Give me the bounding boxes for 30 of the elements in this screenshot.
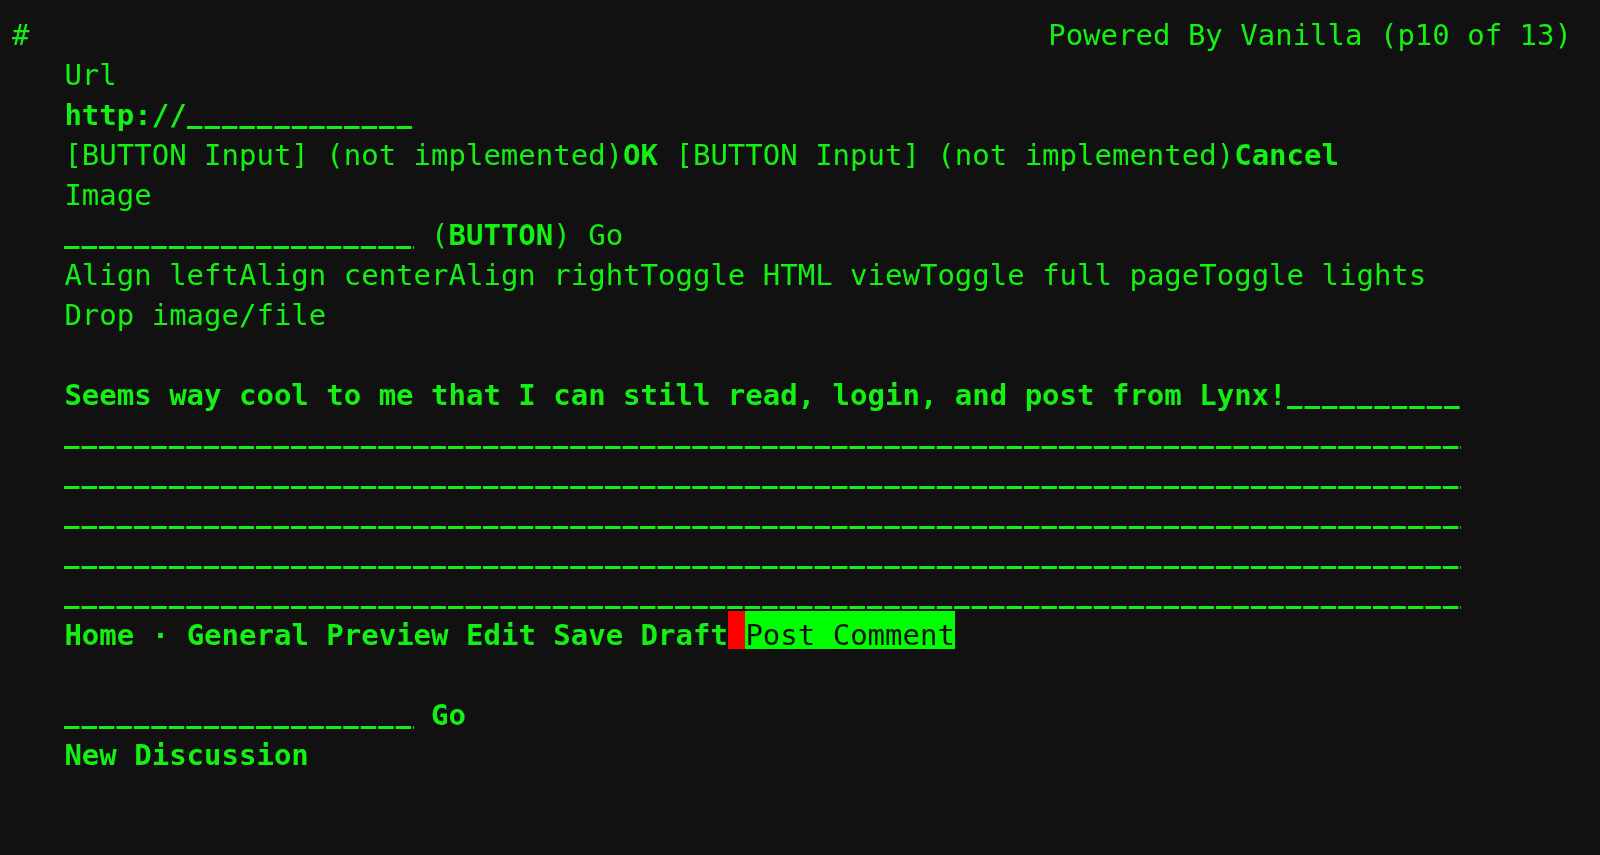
toolbar-label: Align left <box>64 258 239 292</box>
unsupported-button-note: [BUTTON Input] (not implemented) <box>675 138 1235 172</box>
toolbar-label: Toggle full page <box>919 258 1200 292</box>
toolbar-label: Align center <box>239 258 449 292</box>
breadcrumb-separator: · <box>151 618 170 652</box>
unsupported-button-note: [BUTTON Input] (not implemented) <box>64 138 624 172</box>
toolbar-label: Toggle HTML view <box>640 258 920 292</box>
drop-zone-label: Drop image/file <box>64 298 327 332</box>
action-button[interactable]: Post Comment <box>745 611 955 649</box>
field-label: Url <box>64 58 117 92</box>
url-field[interactable]: http:// <box>64 103 414 129</box>
go-button[interactable]: (BUTTON) Go <box>431 218 624 252</box>
go-button[interactable]: Go <box>431 698 466 732</box>
image-url-field[interactable] <box>64 246 414 249</box>
page-title: Powered By Vanilla (p10 of 13) <box>1048 17 1572 54</box>
action-button[interactable]: Preview <box>326 618 449 652</box>
hash-mark: # <box>12 17 30 54</box>
breadcrumb-link[interactable]: Home <box>64 618 135 652</box>
field-label: Image <box>64 178 152 212</box>
dialog-button[interactable]: Cancel <box>1234 138 1339 172</box>
search-field[interactable] <box>64 726 414 729</box>
action-button[interactable]: Save Draft <box>553 618 728 652</box>
cursor-icon <box>727 611 746 649</box>
action-button[interactable]: Edit <box>466 618 536 652</box>
new-discussion-link[interactable]: New Discussion <box>64 738 309 772</box>
breadcrumb-link[interactable]: General <box>186 618 309 652</box>
comment-textarea[interactable]: Seems way cool to me that I can still read, login, and post from Lynx! <box>64 383 1462 609</box>
toolbar-label: Align right <box>448 258 641 292</box>
dialog-button[interactable]: OK <box>623 138 658 172</box>
toolbar-label: Toggle lights <box>1199 258 1427 292</box>
